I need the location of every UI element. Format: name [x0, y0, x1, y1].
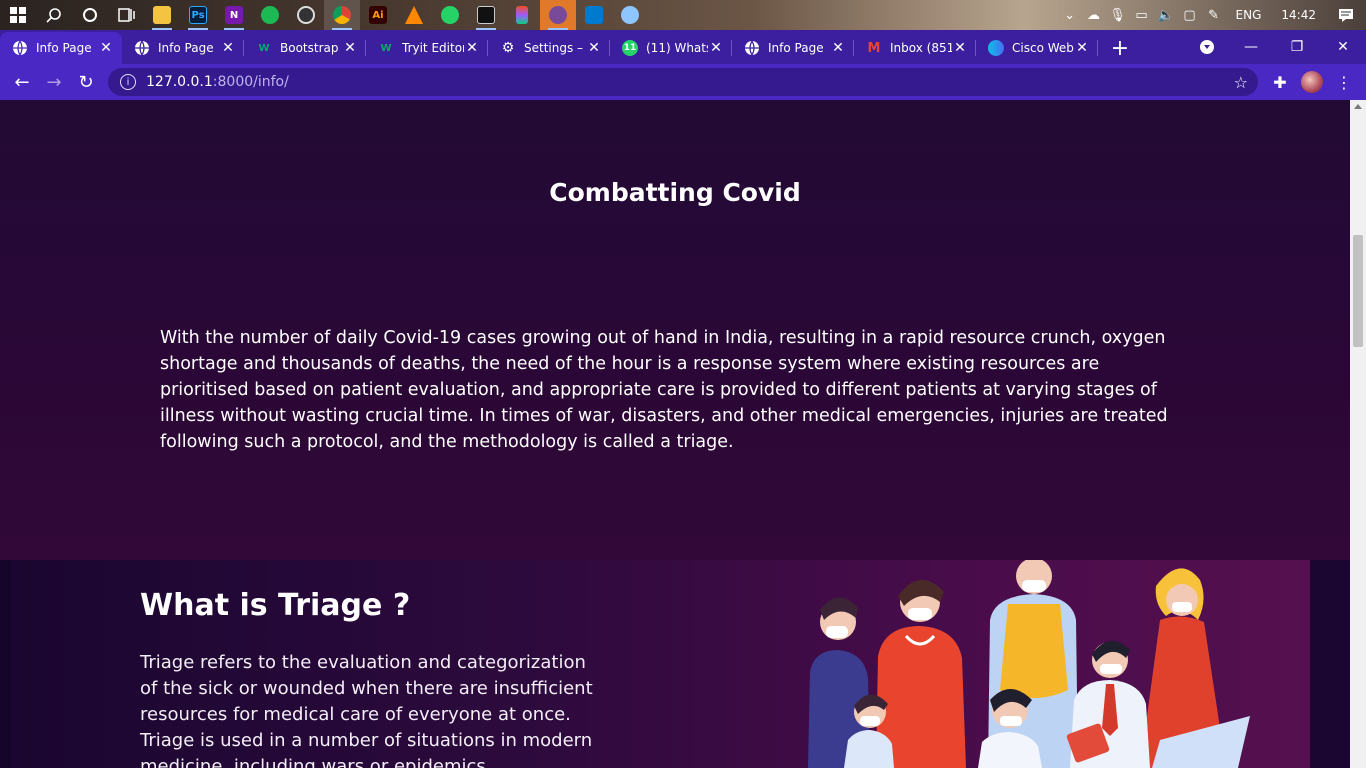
triage-panel-edge	[1310, 560, 1350, 768]
pen-icon[interactable]: ✎	[1202, 0, 1226, 30]
triage-paragraph: Triage refers to the evaluation and cate…	[140, 652, 593, 768]
app-icon[interactable]	[540, 0, 576, 30]
tab-settings[interactable]: ⚙ Settings – I ✕	[488, 32, 610, 64]
tab-info-page-2[interactable]: Info Page ✕	[122, 32, 244, 64]
scrollbar-thumb[interactable]	[1353, 235, 1363, 347]
close-tab-icon[interactable]: ✕	[1074, 40, 1090, 56]
terminal-icon[interactable]	[468, 0, 504, 30]
browser-tab-strip: Info Page ✕ Info Page ✕ W Bootstrap · ✕ …	[0, 30, 1366, 64]
close-tab-icon[interactable]: ✕	[708, 40, 724, 56]
whatsapp-icon[interactable]	[432, 0, 468, 30]
bookmark-star-icon[interactable]: ☆	[1234, 73, 1248, 92]
tab-info-page-1[interactable]: Info Page ✕	[0, 32, 122, 64]
w3-icon: W	[258, 42, 270, 54]
tab-whatsapp[interactable]: 11 (11) Whats ✕	[610, 32, 732, 64]
restore-button[interactable]: ❐	[1274, 30, 1320, 64]
tab-search-icon[interactable]	[1184, 30, 1230, 64]
globe-icon	[134, 40, 150, 56]
close-tab-icon[interactable]: ✕	[220, 40, 236, 56]
tab-title: Info Page	[768, 41, 824, 55]
spotify-icon[interactable]	[252, 0, 288, 30]
tab-title: Settings – I	[524, 41, 586, 55]
vlc-icon[interactable]	[396, 0, 432, 30]
battery-icon[interactable]: ▭	[1130, 0, 1154, 30]
profile-avatar[interactable]	[1296, 66, 1328, 98]
tab-title: Inbox (851	[890, 41, 952, 55]
chrome-icon[interactable]	[324, 0, 360, 30]
search-icon[interactable]	[36, 0, 72, 30]
new-tab-button[interactable]: +	[1104, 32, 1136, 64]
medical-people-illustration	[808, 560, 1250, 768]
close-tab-icon[interactable]: ✕	[464, 40, 480, 56]
windows-start-icon[interactable]	[0, 0, 36, 30]
language-indicator[interactable]: ENG	[1226, 8, 1272, 22]
tab-bootstrap[interactable]: W Bootstrap · ✕	[244, 32, 366, 64]
triage-heading: What is Triage ?	[140, 588, 411, 623]
gear-icon: ⚙	[501, 40, 515, 56]
tab-title: Info Page	[36, 41, 92, 55]
extensions-icon[interactable]: ✚	[1264, 66, 1296, 98]
webex-icon	[988, 40, 1004, 56]
page-scrollbar[interactable]	[1350, 100, 1366, 768]
site-info-icon[interactable]: i	[120, 74, 136, 90]
tab-info-page-3[interactable]: Info Page ✕	[732, 32, 854, 64]
close-tab-icon[interactable]: ✕	[586, 40, 602, 56]
cloud-icon[interactable]: ☁	[1082, 0, 1106, 30]
minimize-button[interactable]: —	[1228, 30, 1274, 64]
tab-title: Tryit Editor	[402, 41, 464, 55]
address-bar[interactable]: i 127.0.0.1 :8000/info/ ☆	[108, 68, 1258, 96]
chevron-up-icon[interactable]: ⌄	[1058, 0, 1082, 30]
task-view-icon[interactable]	[108, 0, 144, 30]
figma-icon[interactable]	[504, 0, 540, 30]
whatsapp-icon: 11	[622, 40, 638, 56]
page-title: Combatting Covid	[549, 178, 801, 207]
file-explorer-icon[interactable]	[144, 0, 180, 30]
vscode-icon[interactable]	[576, 0, 612, 30]
network-icon[interactable]: ▢	[1178, 0, 1202, 30]
tab-title: (11) Whats	[646, 41, 708, 55]
reload-icon[interactable]: ↻	[70, 66, 102, 98]
globe-icon	[744, 40, 760, 56]
globe-icon	[12, 40, 28, 56]
notification-icon[interactable]	[1326, 0, 1366, 30]
tab-gmail[interactable]: M Inbox (851 ✕	[854, 32, 976, 64]
obs-icon[interactable]	[288, 0, 324, 30]
close-tab-icon[interactable]: ✕	[342, 40, 358, 56]
tab-title: Info Page	[158, 41, 214, 55]
tab-cisco-webex[interactable]: Cisco Web ✕	[976, 32, 1098, 64]
page-content: Combatting Covid With the number of dail…	[0, 100, 1350, 768]
photoshop-icon[interactable]: Ps	[180, 0, 216, 30]
url-host: 127.0.0.1	[146, 74, 213, 90]
browser-toolbar: ← → ↻ i 127.0.0.1 :8000/info/ ☆ ✚ ⋮	[0, 64, 1366, 100]
url-path: :8000/info/	[212, 74, 289, 90]
forward-icon[interactable]: →	[38, 66, 70, 98]
volume-icon[interactable]: 🔈	[1154, 0, 1178, 30]
triage-section: What is Triage ? Triage refers to the ev…	[0, 560, 1350, 768]
tab-title: Cisco Web	[1012, 41, 1074, 55]
windows-taskbar: Ps N Ai ⌄ ☁ 🎙 ▭ 🔈 ▢ ✎ ENG 14:42	[0, 0, 1366, 30]
onenote-icon[interactable]: N	[216, 0, 252, 30]
close-tab-icon[interactable]: ✕	[98, 40, 114, 56]
person-red-shirt	[876, 579, 966, 768]
close-window-button[interactable]: ✕	[1320, 30, 1366, 64]
back-icon[interactable]: ←	[6, 66, 38, 98]
avatar	[1301, 71, 1323, 93]
clock[interactable]: 14:42	[1271, 8, 1326, 22]
tab-title: Bootstrap ·	[280, 41, 342, 55]
system-tray: ⌄ ☁ 🎙 ▭ 🔈 ▢ ✎ ENG 14:42	[1058, 0, 1366, 30]
tab-tryit-editor[interactable]: W Tryit Editor ✕	[366, 32, 488, 64]
close-tab-icon[interactable]: ✕	[830, 40, 846, 56]
illustrator-icon[interactable]: Ai	[360, 0, 396, 30]
menu-icon[interactable]: ⋮	[1328, 66, 1360, 98]
microphone-icon[interactable]: 🎙	[1106, 0, 1130, 30]
intro-paragraph: With the number of daily Covid-19 cases …	[160, 328, 1168, 452]
cortana-icon[interactable]	[72, 0, 108, 30]
scroll-up-icon[interactable]	[1354, 104, 1362, 109]
w3-icon: W	[380, 42, 392, 54]
close-tab-icon[interactable]: ✕	[952, 40, 968, 56]
paint-icon[interactable]	[612, 0, 648, 30]
gmail-icon: M	[867, 40, 881, 56]
